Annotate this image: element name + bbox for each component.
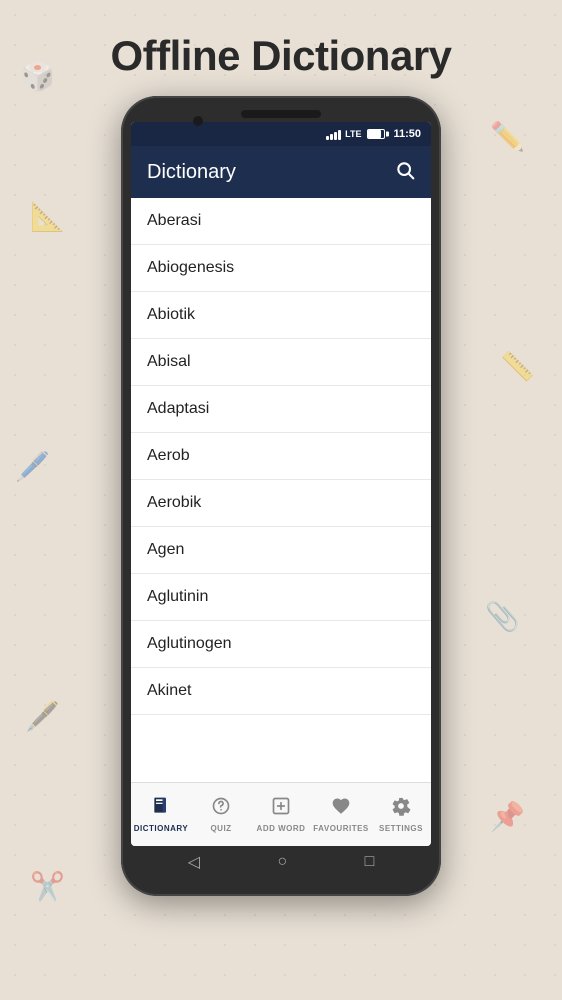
word-item[interactable]: Agen	[131, 527, 431, 574]
word-item[interactable]: Adaptasi	[131, 386, 431, 433]
recent-button[interactable]: □	[365, 853, 375, 871]
nav-item-favourites[interactable]: FAVOURITES	[311, 796, 371, 833]
nav-item-addword[interactable]: ADD WORD	[251, 796, 311, 833]
app-header-title: Dictionary	[147, 161, 236, 184]
status-time: 11:50	[393, 128, 421, 140]
back-button[interactable]: ◁	[188, 852, 200, 872]
nav-item-settings[interactable]: SETTINGS	[371, 796, 431, 833]
nav-label-dictionary: DICTIONARY	[134, 824, 188, 833]
nav-label-quiz: QUIZ	[210, 824, 231, 833]
nav-item-quiz[interactable]: QUIZ	[191, 796, 251, 833]
nav-label-favourites: FAVOURITES	[313, 824, 369, 833]
nav-label-settings: SETTINGS	[379, 824, 423, 833]
page-title: Offline Dictionary	[110, 32, 451, 80]
signal-indicator	[326, 128, 341, 140]
phone-container: LTE 11:50 Dictionary AberasiAbiogenesisA…	[121, 96, 441, 896]
status-icons: LTE 11:50	[326, 128, 421, 140]
app-header: Dictionary	[131, 146, 431, 198]
network-type: LTE	[345, 129, 361, 139]
nav-icon-dictionary	[151, 796, 171, 822]
word-item[interactable]: Aglutinogen	[131, 621, 431, 668]
phone-camera	[193, 116, 203, 126]
word-item[interactable]: Abiotik	[131, 292, 431, 339]
nav-icon-quiz	[211, 796, 231, 822]
nav-icon-addword	[271, 796, 291, 822]
word-item[interactable]: Aglutinin	[131, 574, 431, 621]
phone-screen: LTE 11:50 Dictionary AberasiAbiogenesisA…	[131, 122, 431, 846]
word-item[interactable]: Aerobik	[131, 480, 431, 527]
bottom-navigation: DICTIONARY QUIZ ADD WORD FAVOURITES SETT…	[131, 782, 431, 846]
nav-icon-settings	[391, 796, 411, 822]
word-list: AberasiAbiogenesisAbiotikAbisalAdaptasiA…	[131, 198, 431, 782]
search-button[interactable]	[395, 160, 415, 185]
status-bar: LTE 11:50	[131, 122, 431, 146]
phone-top	[129, 110, 433, 118]
word-item[interactable]: Aberasi	[131, 198, 431, 245]
word-item[interactable]: Abiogenesis	[131, 245, 431, 292]
phone-nav-buttons: ◁ ○ □	[129, 852, 433, 872]
nav-item-dictionary[interactable]: DICTIONARY	[131, 796, 191, 833]
home-button[interactable]: ○	[277, 853, 287, 871]
nav-label-addword: ADD WORD	[257, 824, 306, 833]
word-item[interactable]: Abisal	[131, 339, 431, 386]
battery-indicator	[367, 129, 385, 139]
word-item[interactable]: Aerob	[131, 433, 431, 480]
word-item[interactable]: Akinet	[131, 668, 431, 715]
phone-speaker	[241, 110, 321, 118]
nav-icon-favourites	[331, 796, 351, 822]
